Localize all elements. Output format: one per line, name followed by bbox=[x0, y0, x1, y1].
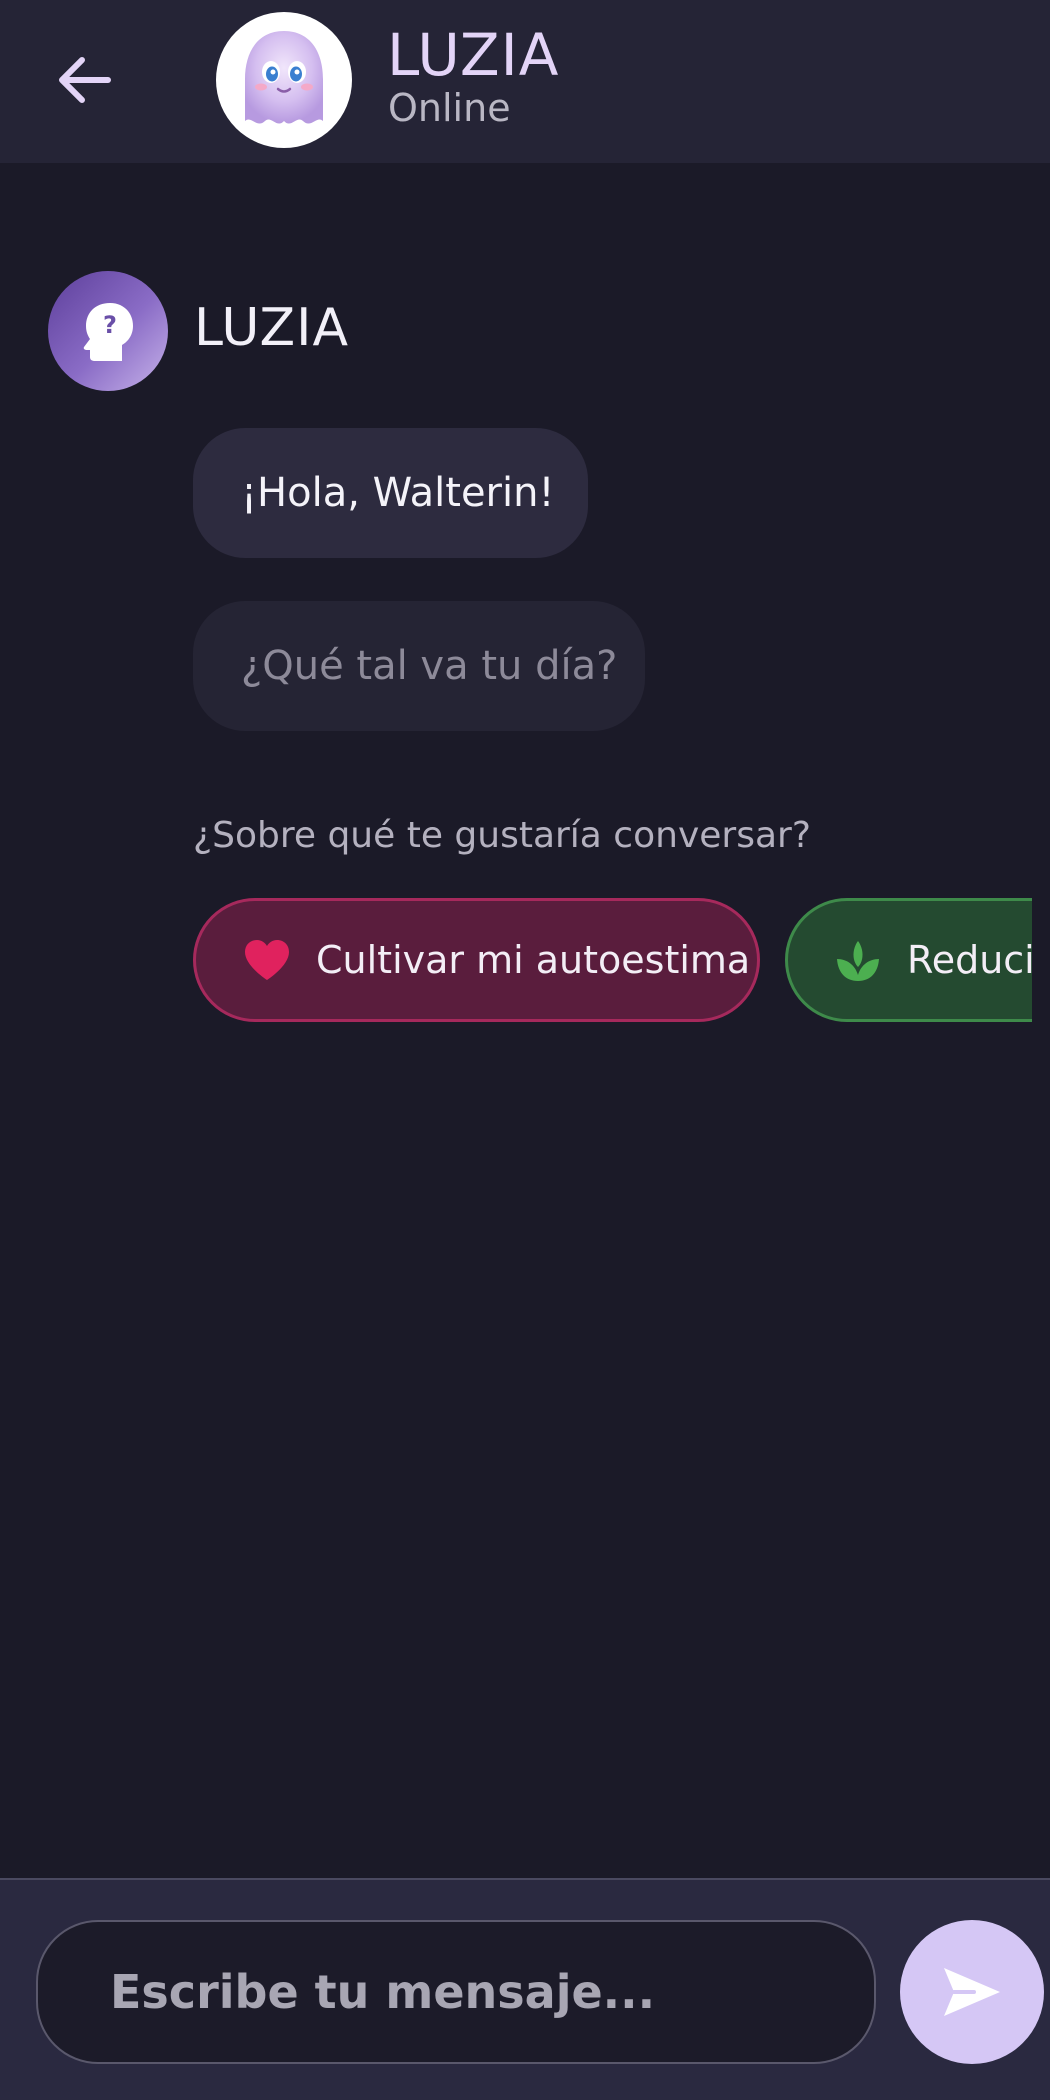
message-input[interactable] bbox=[36, 1920, 876, 2064]
send-button[interactable] bbox=[900, 1920, 1044, 2064]
heart-icon bbox=[242, 937, 292, 983]
chip-label: Cultivar mi autoestima bbox=[316, 938, 751, 982]
chip-cultivar-autoestima[interactable]: Cultivar mi autoestima bbox=[193, 898, 760, 1022]
head-question-icon: ? bbox=[83, 303, 133, 361]
message-text: ¿Qué tal va tu día? bbox=[241, 643, 618, 689]
back-button[interactable] bbox=[48, 40, 120, 120]
avatar[interactable] bbox=[216, 12, 352, 148]
page-title: LUZIA bbox=[387, 21, 560, 89]
status-text: Online bbox=[388, 86, 511, 130]
send-icon bbox=[944, 1968, 1000, 2016]
chip-reducir[interactable]: Reducir bbox=[785, 898, 1032, 1022]
bot-avatar: ? bbox=[48, 271, 168, 391]
message-text: ¡Hola, Walterin! bbox=[241, 470, 555, 516]
message-bubble: ¿Qué tal va tu día? bbox=[193, 601, 645, 731]
message-bubble: ¡Hola, Walterin! bbox=[193, 428, 588, 558]
ghost-mascot-icon bbox=[245, 31, 323, 124]
topic-chips: Cultivar mi autoestima Reducir bbox=[0, 896, 1032, 1026]
chat-screen: LUZIA Online ? LUZIA ¡Hola, Walterin! ¿Q… bbox=[0, 0, 1050, 2100]
topic-prompt: ¿Sobre qué te gustaría conversar? bbox=[193, 815, 811, 856]
arrow-left-icon bbox=[59, 57, 111, 103]
sprout-icon bbox=[833, 937, 883, 983]
bot-name: LUZIA bbox=[194, 298, 350, 358]
chat-header: LUZIA Online bbox=[0, 0, 1050, 163]
chip-label: Reducir bbox=[907, 938, 1032, 982]
message-composer bbox=[0, 1878, 1050, 2100]
svg-text:?: ? bbox=[103, 311, 117, 339]
